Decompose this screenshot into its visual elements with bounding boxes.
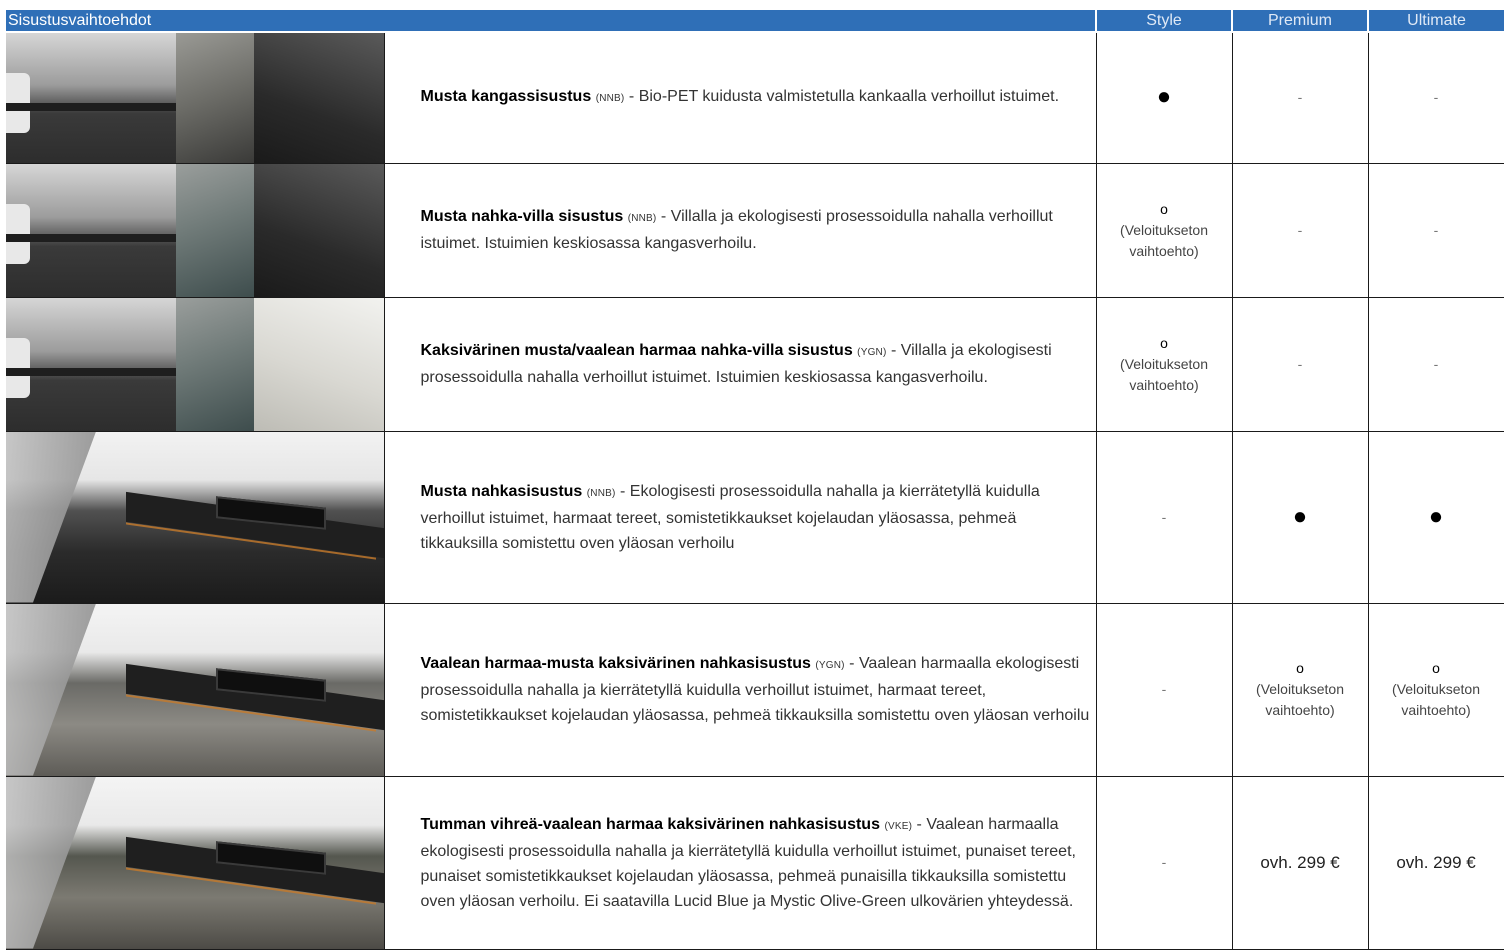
trim-header-style: Style — [1096, 10, 1234, 33]
table-header: Sisustusvaihtoehdot Style Premium Ultima… — [6, 10, 1504, 33]
free-option-note: vaihtoehto) — [1129, 376, 1199, 393]
not-available-dash: - — [1433, 355, 1439, 372]
option-description: Musta nahkasisustus (NNB) - Ekologisesti… — [383, 430, 1097, 604]
interior-thumbnail — [6, 162, 385, 298]
option-price: ovh. 299 € — [1396, 852, 1476, 872]
not-available-dash: - — [1161, 854, 1167, 870]
option-code: (NNB) — [595, 93, 625, 105]
interior-thumbnail — [6, 775, 385, 950]
free-option-note: (Veloitukseton — [1392, 681, 1480, 697]
optional-ring-icon: o — [1160, 200, 1168, 217]
premium-availability: - — [1231, 31, 1369, 164]
table-row: Musta nahka-villa sisustus (NNB) - Villa… — [6, 162, 1504, 298]
cabin-photo — [6, 432, 383, 602]
table-row: Kaksivärinen musta/vaalean harmaa nahka-… — [6, 296, 1504, 432]
style-availability: o (Veloitukseton vaihtoehto) — [1095, 296, 1233, 432]
not-available-dash: - — [1161, 681, 1167, 697]
optional-ring-icon: o — [1160, 334, 1168, 351]
option-text: - Bio-PET kuidusta valmistetulla kankaal… — [624, 88, 1060, 106]
not-available-dash: - — [1297, 355, 1303, 372]
option-name: Tumman vihreä-vaalean harmaa kaksivärine… — [420, 815, 880, 833]
free-option-note: vaihtoehto) — [1265, 702, 1335, 718]
interior-thumbnail — [6, 31, 385, 164]
trim-header-premium: Premium — [1232, 10, 1370, 33]
ultimate-availability: o (Veloitukseton vaihtoehto) — [1367, 602, 1504, 777]
option-description: Vaalean harmaa-musta kaksivärinen nahkas… — [383, 602, 1097, 777]
option-description: Kaksivärinen musta/vaalean harmaa nahka-… — [383, 296, 1097, 432]
option-code: (YGN) — [857, 347, 887, 358]
table-row: Tumman vihreä-vaalean harmaa kaksivärine… — [6, 775, 1504, 950]
option-name: Kaksivärinen musta/vaalean harmaa nahka-… — [420, 342, 853, 359]
table-row: Vaalean harmaa-musta kaksivärinen nahkas… — [6, 602, 1504, 777]
ultimate-availability: - — [1367, 162, 1504, 298]
ultimate-availability: ovh. 299 € — [1367, 775, 1504, 950]
cabin-photo — [6, 604, 383, 775]
free-option-note: vaihtoehto) — [1129, 242, 1199, 259]
door-panel-photo — [254, 33, 383, 162]
standard-dot-icon: ● — [1156, 83, 1172, 111]
table-row: Musta nahkasisustus (NNB) - Ekologisesti… — [6, 430, 1504, 604]
table-row: Musta kangassisustus (NNB) - Bio-PET kui… — [6, 31, 1504, 164]
free-option-note: (Veloitukseton — [1120, 355, 1208, 372]
interior-options-table: Sisustusvaihtoehdot Style Premium Ultima… — [6, 10, 1504, 950]
free-option-note: (Veloitukseton — [1256, 681, 1344, 697]
option-name: Musta nahka-villa sisustus — [420, 208, 624, 225]
cabin-photo — [6, 777, 383, 948]
option-code: (NNB) — [627, 213, 657, 224]
ultimate-availability: - — [1367, 31, 1504, 164]
dashboard-photo — [6, 33, 176, 162]
table-title: Sisustusvaihtoehdot — [6, 10, 1098, 33]
style-availability: - — [1095, 775, 1233, 950]
standard-dot-icon: ● — [1292, 502, 1308, 530]
seat-photo — [176, 33, 254, 162]
style-availability: - — [1095, 430, 1233, 604]
option-name: Musta nahkasisustus — [420, 482, 583, 500]
option-description: Musta nahka-villa sisustus (NNB) - Villa… — [383, 162, 1097, 298]
ultimate-availability: ● — [1367, 430, 1504, 604]
option-description: Tumman vihreä-vaalean harmaa kaksivärine… — [383, 775, 1097, 950]
seat-photo — [176, 298, 254, 430]
seat-photo — [176, 164, 254, 296]
interior-thumbnail — [6, 430, 385, 604]
free-option-note: vaihtoehto) — [1401, 702, 1471, 718]
not-available-dash: - — [1433, 221, 1439, 238]
dashboard-photo — [6, 298, 176, 430]
style-availability: o (Veloitukseton vaihtoehto) — [1095, 162, 1233, 298]
option-description: Musta kangassisustus (NNB) - Bio-PET kui… — [383, 31, 1097, 164]
free-option-note: (Veloitukseton — [1120, 221, 1208, 238]
standard-dot-icon: ● — [1428, 502, 1444, 530]
dashboard-photo — [6, 164, 176, 296]
style-availability: - — [1095, 602, 1233, 777]
option-code: (YGN) — [815, 660, 845, 671]
interior-thumbnail — [6, 602, 385, 777]
premium-availability: - — [1231, 162, 1369, 298]
not-available-dash: - — [1297, 89, 1303, 106]
door-panel-photo — [254, 298, 383, 430]
option-code: (NNB) — [586, 487, 616, 499]
style-availability: ● — [1095, 31, 1233, 164]
door-panel-photo — [254, 164, 383, 296]
optional-ring-icon: o — [1296, 660, 1304, 676]
option-name: Musta kangassisustus — [420, 88, 592, 106]
premium-availability: o (Veloitukseton vaihtoehto) — [1231, 602, 1369, 777]
option-price: ovh. 299 € — [1260, 852, 1340, 872]
trim-header-ultimate: Ultimate — [1368, 10, 1504, 33]
ultimate-availability: - — [1367, 296, 1504, 432]
not-available-dash: - — [1297, 221, 1303, 238]
premium-availability: - — [1231, 296, 1369, 432]
premium-availability: ovh. 299 € — [1231, 775, 1369, 950]
interior-thumbnail — [6, 296, 385, 432]
not-available-dash: - — [1161, 508, 1167, 525]
option-code: (VKE) — [884, 820, 913, 832]
optional-ring-icon: o — [1432, 660, 1440, 676]
option-name: Vaalean harmaa-musta kaksivärinen nahkas… — [420, 655, 811, 672]
not-available-dash: - — [1433, 89, 1439, 106]
premium-availability: ● — [1231, 430, 1369, 604]
